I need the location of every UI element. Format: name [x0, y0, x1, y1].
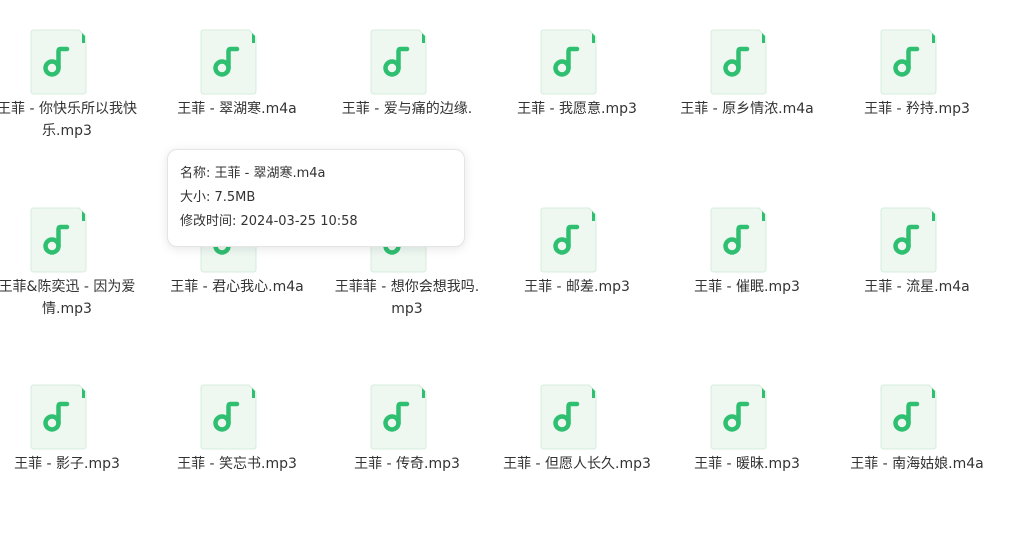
file-item[interactable]: 王菲 - 南海姑娘.m4a [842, 355, 992, 525]
tooltip-modified: 修改时间: 2024-03-25 10:58 [180, 214, 358, 229]
file-item[interactable]: 王菲 - 流星.m4a [842, 178, 992, 348]
file-name: 王菲 - 矜持.mp3 [864, 101, 970, 117]
file-item[interactable]: 王菲 - 影子.mp3 [0, 355, 142, 525]
file-name: 王菲 - 影子.mp3 [14, 456, 120, 472]
music-note-icon [370, 384, 427, 450]
tooltip-size: 大小: 7.5MB [180, 190, 256, 205]
file-name: 王菲 - 我愿意.mp3 [517, 101, 637, 117]
file-name: 王菲 - 流星.m4a [864, 279, 970, 295]
music-note-icon [540, 384, 597, 450]
file-item[interactable]: 王菲 - 传奇.mp3 [332, 355, 482, 525]
music-note-icon [710, 207, 767, 273]
file-item[interactable]: 王菲 - 暖昧.mp3 [672, 355, 822, 525]
file-name: 王菲 - 邮差.mp3 [524, 279, 630, 295]
music-note-icon [880, 207, 937, 273]
file-item[interactable]: 王菲 - 原乡情浓.m4a [672, 0, 822, 170]
music-note-icon [200, 384, 257, 450]
music-note-icon [200, 29, 257, 95]
music-note-icon [30, 29, 87, 95]
file-item[interactable]: 王菲 - 矜持.mp3 [842, 0, 992, 170]
file-item[interactable]: 王菲 - 翠湖寒.m4a [162, 0, 312, 170]
music-note-icon [880, 384, 937, 450]
file-item[interactable]: 王菲 - 邮差.mp3 [502, 178, 652, 348]
file-name: 王菲 - 但愿人长久.mp3 [503, 456, 651, 472]
music-note-icon [540, 207, 597, 273]
file-name: 王菲 - 你快乐所以我快乐.mp3 [0, 101, 137, 139]
file-name: 王菲 - 南海姑娘.m4a [850, 456, 984, 472]
file-item[interactable]: 王菲 - 我愿意.mp3 [502, 0, 652, 170]
file-item[interactable]: 王菲 - 笑忘书.mp3 [162, 355, 312, 525]
music-note-icon [370, 29, 427, 95]
file-name: 王菲 - 君心我心.m4a [170, 279, 304, 295]
music-note-icon [30, 384, 87, 450]
file-name: 王菲 - 笑忘书.mp3 [177, 456, 297, 472]
file-name: 王菲 - 爱与痛的边缘. [341, 101, 473, 117]
music-note-icon [880, 29, 937, 95]
file-name: 王菲 - 暖昧.mp3 [694, 456, 800, 472]
file-item[interactable]: 王菲 - 但愿人长久.mp3 [502, 355, 652, 525]
file-item[interactable]: 王菲&陈奕迅 - 因为爱情.mp3 [0, 178, 142, 348]
file-name: 王菲 - 原乡情浓.m4a [680, 101, 814, 117]
music-note-icon [710, 29, 767, 95]
file-name: 王菲菲 - 想你会想我吗.mp3 [334, 279, 480, 317]
file-item[interactable]: 王菲 - 你快乐所以我快乐.mp3 [0, 0, 142, 170]
file-item[interactable]: 王菲 - 催眠.mp3 [672, 178, 822, 348]
music-note-icon [540, 29, 597, 95]
tooltip-name: 名称: 王菲 - 翠湖寒.m4a [180, 166, 326, 181]
file-name: 王菲&陈奕迅 - 因为爱情.mp3 [0, 279, 136, 317]
music-note-icon [710, 384, 767, 450]
file-info-tooltip: 名称: 王菲 - 翠湖寒.m4a 大小: 7.5MB 修改时间: 2024-03… [167, 149, 465, 247]
file-name: 王菲 - 催眠.mp3 [694, 279, 800, 295]
file-name: 王菲 - 翠湖寒.m4a [177, 101, 297, 117]
file-item[interactable]: 王菲 - 爱与痛的边缘. [332, 0, 482, 170]
music-note-icon [30, 207, 87, 273]
file-name: 王菲 - 传奇.mp3 [354, 456, 460, 472]
file-grid: 王菲 - 你快乐所以我快乐.mp3 王菲 - 翠湖寒.m4a 王菲 - 爱与痛的… [0, 0, 1018, 548]
